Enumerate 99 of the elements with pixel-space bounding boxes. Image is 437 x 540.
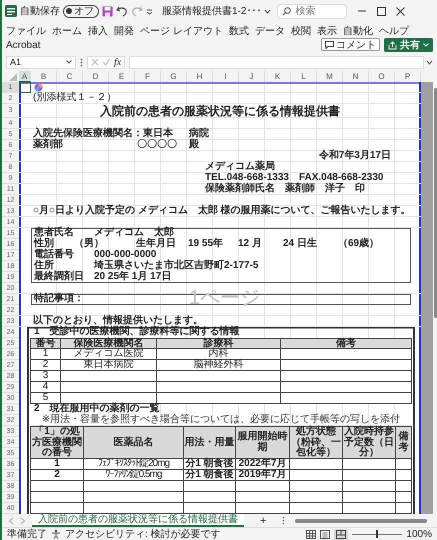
contact-numbers: TEL.048-668-1333 FAX.048-668-2330 — [205, 173, 384, 183]
menu-tab[interactable]: 表示 — [316, 24, 337, 38]
active-cell — [19, 82, 31, 92]
table-cell: 内科 — [157, 349, 281, 359]
field-label: 電話番号 — [34, 250, 75, 260]
table-cell: ﾌｪﾌﾞｷｿｽﾀｯﾄ錠20mg — [84, 459, 184, 469]
field-label: 患者氏名 — [34, 228, 75, 238]
menu-tab[interactable]: 挿入 — [88, 24, 108, 38]
check-icon[interactable] — [102, 58, 111, 66]
caret-icon — [423, 43, 429, 47]
menu-tab[interactable]: ヘルプ — [378, 24, 409, 38]
table-cell: 2 — [31, 470, 84, 480]
issue-date: 令和7年3月17日 — [318, 151, 391, 161]
normal-view-icon[interactable] — [306, 530, 316, 538]
insert-function-button[interactable]: fx — [114, 56, 122, 68]
menu-tab[interactable]: Acrobat — [6, 38, 40, 52]
caret-icon — [264, 8, 272, 14]
field-value: 24 日生 — [283, 239, 318, 249]
note-text: ※用法・容量を参照すべき場合等については、必要に応じて手帳等の写しを添付 — [42, 415, 400, 425]
swirl-icon[interactable] — [34, 82, 43, 92]
field-label: 性別 — [34, 239, 54, 249]
autosave-label: 自動保存 — [20, 5, 60, 18]
field-label: 生年月日 — [136, 239, 177, 249]
intro-sentence: ○月○日より入院予定の メディコム 太郎 様の服用薬について、ご報告いたします。 — [33, 206, 411, 216]
table-cell: 5 — [31, 393, 61, 403]
section-title: 2 現在服用中の薬剤の一覧 — [34, 404, 160, 414]
honorific: 殿 — [189, 140, 199, 150]
customize-caret-icon[interactable] — [146, 8, 153, 14]
table-cell: メディコム医院 — [61, 349, 157, 359]
share-button[interactable]: 共有 — [384, 38, 433, 52]
name-box[interactable]: A1 — [6, 56, 76, 68]
more-icon[interactable] — [80, 58, 83, 66]
lead-sentence: 以下のとおり、情報提供いたします。 — [33, 316, 203, 326]
comment-button[interactable]: コメント — [321, 38, 380, 51]
field-label: 住所 — [34, 261, 54, 271]
table-cell: 脳神経外科 — [157, 360, 281, 370]
share-icon — [388, 40, 397, 50]
more-icon[interactable] — [282, 516, 286, 525]
department: 薬剤部 — [33, 140, 64, 150]
zoom-thumb[interactable] — [376, 530, 378, 538]
field-value: （69歳） — [338, 239, 380, 249]
file-name-dropdown[interactable]: 服薬情報提供書1-2･･･ — [162, 4, 272, 18]
field-value: 19 55年 — [188, 239, 224, 249]
form-number: (別添様式１－２） — [33, 93, 116, 103]
table-cell: 1 — [31, 349, 61, 359]
table-cell: 1 — [31, 459, 84, 469]
field-value: 000-000-0000 — [94, 250, 156, 260]
accessibility-icon[interactable] — [51, 529, 61, 539]
search-icon — [282, 6, 292, 16]
field-value: （男） — [74, 239, 105, 249]
column-header[interactable]: A — [19, 71, 31, 82]
field-value: メディコム 太郎 — [94, 228, 174, 238]
close-icon[interactable] — [396, 6, 406, 16]
accessibility-status[interactable]: アクセシビリティ: 検討が必要です — [65, 527, 221, 540]
menu-tab[interactable]: 校閲 — [290, 24, 311, 38]
zoom-level[interactable]: 100% — [406, 528, 432, 540]
recipient-hospital: 入院先保険医療機関名：東日本 — [33, 129, 174, 139]
table-cell: 2 — [31, 360, 61, 370]
hospital-suffix: 病院 — [189, 129, 209, 139]
section-title: 1 受診中の医療機関、診療科等に関する情報 — [34, 327, 240, 337]
formula-input[interactable] — [129, 56, 424, 68]
menu-tab[interactable]: データ — [254, 24, 285, 38]
menu-tab[interactable]: ホーム — [52, 24, 82, 38]
page-break-view-icon[interactable] — [334, 528, 348, 540]
pharmacy-name: メディコム薬局 — [205, 162, 275, 172]
spreadsheet-app-icon — [5, 5, 17, 17]
ready-status: 準備完了 — [7, 528, 47, 540]
table-cell: 2019年7月 — [236, 470, 290, 480]
field-value: 埼玉県さいたま市北区吉野町2-177-5 — [94, 261, 258, 271]
pharmacist-name: 保険薬剤師氏名 薬剤師 洋子 印 — [205, 184, 365, 194]
sheet-tab[interactable]: 入院前の患者の服薬状況等に係る情報提供書 — [32, 514, 244, 527]
table-cell: 4 — [31, 382, 61, 392]
menu-tab[interactable]: 自動化 — [342, 24, 373, 38]
field-value: 12 月 — [238, 239, 263, 249]
menu-tab[interactable]: ページ レイアウト — [140, 24, 223, 38]
addressee: 〇〇〇〇 — [137, 140, 178, 150]
field-value: 20 25年 1月 17日 — [94, 272, 172, 282]
menu-tab[interactable]: 開発 — [114, 24, 134, 38]
document-title: 入院前の患者の服薬状況等に係る情報提供書 — [100, 106, 340, 116]
table-cell: 3 — [31, 371, 61, 381]
autosave-toggle[interactable]: オフ — [63, 4, 99, 18]
table-cell: ﾜｰﾌｧﾘﾝ錠0.5mg — [84, 470, 184, 480]
table-cell: 分1 朝食後 — [184, 459, 236, 469]
field-label: 最終調剤日 — [34, 272, 85, 282]
save-icon[interactable] — [102, 6, 113, 16]
table-cell: 東日本病院 — [61, 360, 157, 370]
add-sheet-button[interactable]: + — [260, 514, 266, 526]
comment-icon — [325, 40, 334, 48]
search-field[interactable]: 検索 — [277, 4, 348, 18]
zoom-slider[interactable] — [352, 530, 402, 538]
menu-tab[interactable]: ファイル — [6, 24, 46, 38]
expand-caret-icon[interactable] — [426, 60, 433, 64]
page-layout-icon[interactable] — [320, 530, 330, 538]
menu-tab[interactable]: 数式 — [228, 24, 249, 38]
table-cell: 分1 朝食後 — [184, 470, 236, 480]
undo-icon[interactable] — [116, 6, 128, 16]
table-cell: 2022年7月 — [236, 459, 290, 469]
maximize-icon[interactable] — [377, 6, 386, 16]
notes-label: 特記事項： — [34, 294, 84, 304]
